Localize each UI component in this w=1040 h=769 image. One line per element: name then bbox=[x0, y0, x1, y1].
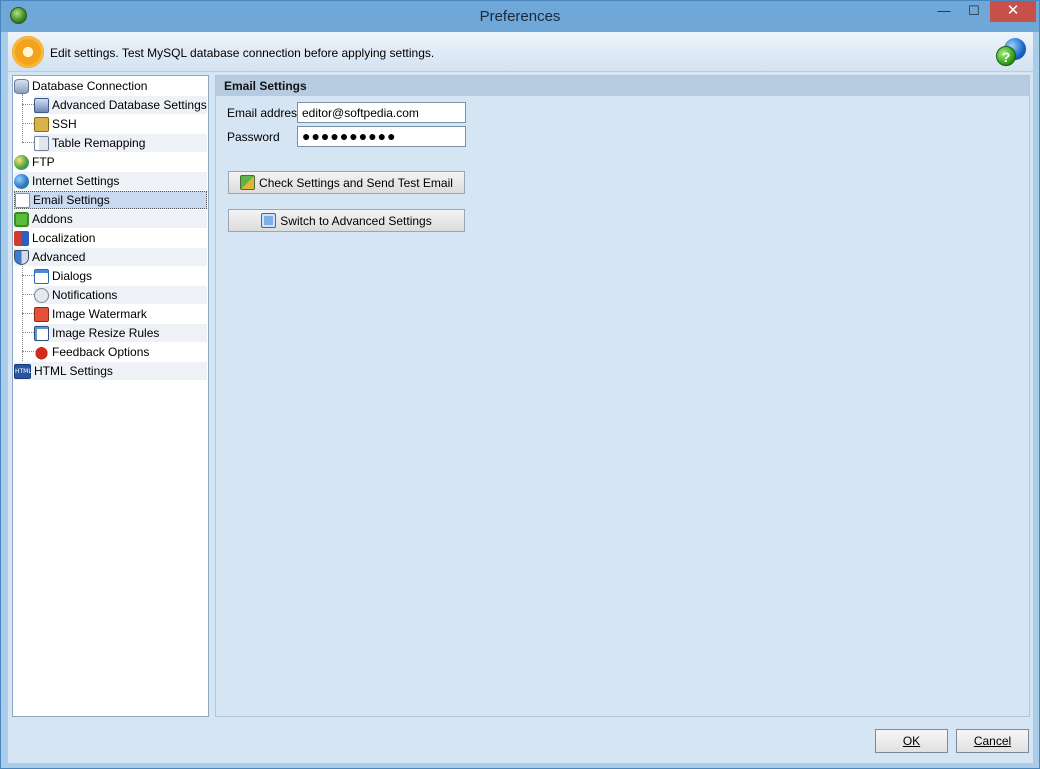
tree-connector bbox=[22, 104, 34, 105]
header-description: Edit settings. Test MySQL database conne… bbox=[50, 46, 435, 60]
close-button[interactable]: ✕ bbox=[990, 1, 1036, 22]
tree-item-addons[interactable]: Addons bbox=[14, 210, 207, 228]
tree-connector bbox=[22, 294, 34, 295]
ok-label: OK bbox=[902, 734, 921, 748]
check-settings-button[interactable]: Check Settings and Send Test Email bbox=[228, 171, 465, 194]
tree-item-label: FTP bbox=[32, 155, 55, 169]
tree-item-label: Feedback Options bbox=[52, 345, 150, 359]
tree-item-label: Dialogs bbox=[52, 269, 93, 283]
tree-item-label: Database Connection bbox=[32, 79, 148, 93]
tree-connector bbox=[22, 275, 34, 276]
tree-item-notifications[interactable]: Notifications bbox=[34, 286, 207, 304]
maximize-button[interactable]: ☐ bbox=[961, 1, 987, 22]
tree-item-label: Localization bbox=[32, 231, 96, 245]
header-bar: Edit settings. Test MySQL database conne… bbox=[8, 32, 1033, 72]
shield-icon bbox=[14, 249, 29, 265]
tree-item-ftp[interactable]: FTP bbox=[14, 153, 207, 171]
database-settings-icon bbox=[34, 97, 49, 113]
email-settings-panel: Email Settings Email address Password ●●… bbox=[215, 75, 1030, 717]
lock-icon bbox=[34, 116, 49, 132]
flag-icon bbox=[14, 230, 29, 246]
tree-connector bbox=[22, 142, 34, 143]
check-settings-label: Check Settings and Send Test Email bbox=[259, 175, 453, 190]
resize-icon bbox=[34, 325, 49, 341]
tree-item-image-watermark[interactable]: Image Watermark bbox=[34, 305, 207, 323]
tree-item-email-settings[interactable]: Email Settings bbox=[14, 191, 207, 209]
tree-item-ssh[interactable]: SSH bbox=[34, 115, 207, 133]
switch-advanced-button[interactable]: Switch to Advanced Settings bbox=[228, 209, 465, 232]
watermark-icon bbox=[34, 306, 49, 322]
tree-item-html-settings[interactable]: HTML HTML Settings bbox=[14, 362, 207, 380]
check-mail-icon bbox=[240, 175, 256, 190]
tree-item-internet-settings[interactable]: Internet Settings bbox=[14, 172, 207, 190]
dialog-icon bbox=[34, 268, 49, 284]
settings-icon bbox=[261, 213, 277, 228]
help-icon[interactable]: ? bbox=[996, 38, 1028, 68]
preferences-window: Preferences — ☐ ✕ Edit settings. Test My… bbox=[0, 0, 1040, 769]
tree-item-localization[interactable]: Localization bbox=[14, 229, 207, 247]
tree-item-dialogs[interactable]: Dialogs bbox=[34, 267, 207, 285]
tree-item-label: Advanced Database Settings bbox=[52, 98, 207, 112]
table-icon bbox=[34, 135, 49, 151]
password-label: Password bbox=[227, 130, 280, 144]
bug-icon bbox=[34, 344, 49, 360]
tree-connector bbox=[22, 313, 34, 314]
tree-item-label: Image Resize Rules bbox=[52, 326, 160, 340]
tree-item-label: Advanced bbox=[32, 250, 86, 264]
tree-item-label: HTML Settings bbox=[34, 364, 113, 378]
tree-item-label: Image Watermark bbox=[52, 307, 147, 321]
html-icon: HTML bbox=[14, 363, 32, 379]
tree-item-advanced[interactable]: Advanced bbox=[14, 248, 207, 266]
globe-icon bbox=[14, 173, 29, 189]
tree-connector bbox=[22, 332, 34, 333]
gear-icon bbox=[12, 36, 44, 68]
password-input[interactable]: ●●●●●●●●●● bbox=[297, 126, 466, 147]
switch-advanced-label: Switch to Advanced Settings bbox=[280, 213, 432, 228]
tree-connector bbox=[22, 265, 23, 369]
tree-item-label: Notifications bbox=[52, 288, 118, 302]
tree-item-table-remapping[interactable]: Table Remapping bbox=[34, 134, 207, 152]
cancel-label: Cancel bbox=[973, 734, 1012, 748]
tree-item-label: Internet Settings bbox=[32, 174, 120, 188]
tree-item-label: Table Remapping bbox=[52, 136, 146, 150]
tree-item-label: SSH bbox=[52, 117, 77, 131]
question-icon: ? bbox=[996, 46, 1016, 66]
notification-icon bbox=[34, 287, 49, 303]
tree-item-advanced-database-settings[interactable]: Advanced Database Settings bbox=[34, 96, 207, 114]
tree-connector bbox=[22, 94, 23, 142]
ftp-icon bbox=[14, 154, 29, 170]
title-bar[interactable]: Preferences — ☐ ✕ bbox=[1, 1, 1039, 32]
tree-item-feedback-options[interactable]: Feedback Options bbox=[34, 343, 207, 361]
ok-button[interactable]: OK bbox=[875, 729, 948, 753]
panel-title: Email Settings bbox=[216, 76, 1029, 96]
email-label: Email address bbox=[227, 106, 304, 120]
tree-item-database-connection[interactable]: Database Connection bbox=[14, 77, 207, 95]
client-area: Edit settings. Test MySQL database conne… bbox=[8, 32, 1033, 763]
puzzle-icon bbox=[14, 211, 29, 227]
tree-item-image-resize-rules[interactable]: Image Resize Rules bbox=[34, 324, 207, 342]
mail-icon bbox=[15, 192, 30, 208]
tree-connector bbox=[22, 123, 34, 124]
window-title: Preferences bbox=[479, 8, 561, 25]
minimize-button[interactable]: — bbox=[931, 1, 957, 22]
database-icon bbox=[14, 78, 29, 94]
tree-item-label: Email Settings bbox=[33, 193, 110, 207]
cancel-button[interactable]: Cancel bbox=[956, 729, 1029, 753]
tree-item-label: Addons bbox=[32, 212, 73, 226]
tree-connector bbox=[22, 351, 34, 352]
settings-tree[interactable]: Database Connection Advanced Database Se… bbox=[12, 75, 209, 717]
email-input[interactable] bbox=[297, 102, 466, 123]
